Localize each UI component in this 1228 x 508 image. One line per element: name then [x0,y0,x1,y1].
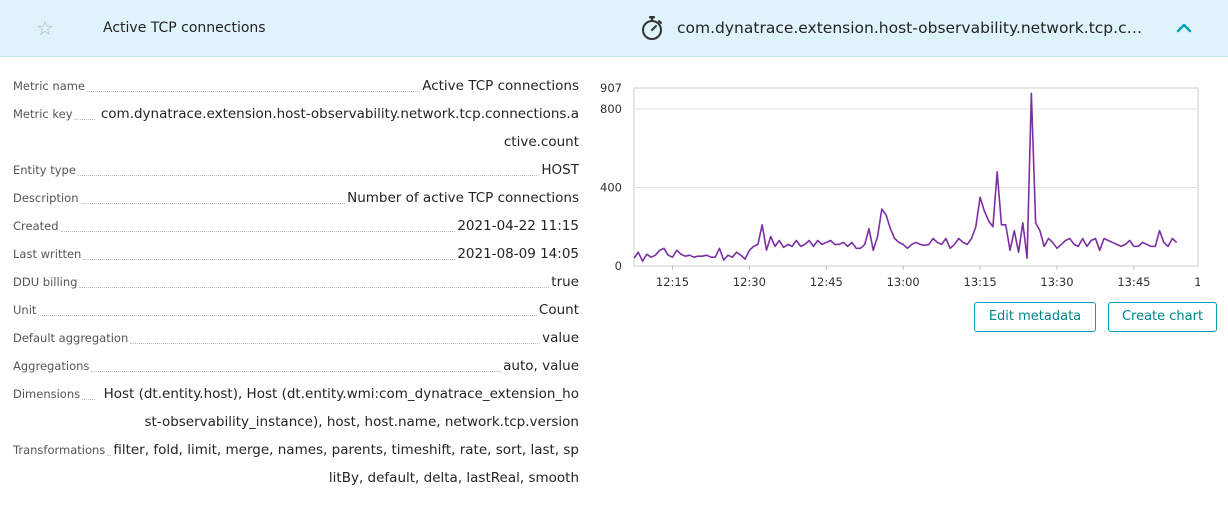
dotted-leader [60,212,456,232]
dotted-leader [130,324,541,344]
property-row: Metric key com.dynatrace.extension.host-o… [13,100,579,156]
property-label: Metric key [13,107,73,121]
property-value: filter, fold, limit, merge, names, paren… [113,442,579,486]
property-row: Metric name Active TCP connections [13,72,579,100]
property-row: Description Number of active TCP connecti… [13,184,579,212]
x-tick-label: 13:00 [887,275,920,289]
metric-chart: 907 800 400 0 12:15 12:30 12:45 13:00 13:15 13:30… [600,81,1200,289]
property-value: com.dynatrace.extension.host-observabili… [100,106,579,150]
metric-header[interactable]: ☆ Active TCP connections com.dynatrace.e… [0,0,1228,57]
dotted-leader [80,184,346,204]
x-tick-label: 12:45 [810,275,843,289]
y-tick-label: 400 [600,180,622,194]
property-label: Dimensions [13,387,81,401]
property-label: Aggregations [13,359,90,373]
property-row: Transformations filter, fold, limit, merg… [13,436,579,492]
x-tick-label: 14:00 [1194,275,1200,289]
property-row: Last written 2021-08-09 14:05 [13,240,579,268]
x-tick-label: 13:30 [1040,275,1073,289]
property-row: Dimensions Host (dt.entity.host), Host (d… [13,380,579,436]
property-row: Default aggregation value [13,324,579,352]
property-value: Host (dt.entity.host), Host (dt.entity.w… [103,386,579,430]
x-tick-label: 13:45 [1117,275,1150,289]
property-label: Last written [13,247,82,261]
create-chart-button[interactable]: Create chart [1108,302,1217,332]
dotted-leader [82,380,95,400]
star-icon[interactable]: ☆ [36,16,54,40]
dotted-leader [87,72,421,92]
property-label: Entity type [13,163,76,177]
x-tick-label: 12:30 [733,275,766,289]
property-label: Created [13,219,59,233]
dotted-leader [107,436,112,456]
property-row: Entity type HOST [13,156,579,184]
property-value: value [542,330,579,346]
property-row: Aggregations auto, value [13,352,579,380]
property-value: auto, value [503,358,579,374]
y-tick-label: 0 [615,259,622,273]
dotted-leader [91,352,502,372]
header-metric-key: com.dynatrace.extension.host-observabili… [677,19,1147,37]
property-row: Unit Count [13,296,579,324]
property-label: Unit [13,303,37,317]
dotted-leader [74,100,95,120]
metric-properties: Metric name Active TCP connections Metric … [13,72,579,492]
y-tick-label: 907 [600,81,622,95]
property-value: 2021-04-22 11:15 [457,218,579,234]
dotted-leader [77,156,540,176]
x-tick-label: 12:15 [656,275,689,289]
edit-metadata-button[interactable]: Edit metadata [974,302,1096,332]
dotted-leader [38,296,537,316]
property-label: Description [13,191,79,205]
plot-frame [633,87,1199,267]
property-value: Active TCP connections [422,78,579,94]
dotted-leader [83,240,456,260]
series-line [633,92,1178,262]
property-row: Created 2021-04-22 11:15 [13,212,579,240]
chevron-up-icon[interactable] [1174,18,1194,38]
property-label: Transformations [13,443,106,457]
x-tick-label: 13:15 [964,275,997,289]
property-value: Number of active TCP connections [347,190,579,206]
property-row: DDU billing true [13,268,579,296]
property-label: Metric name [13,79,86,93]
property-value: true [551,274,579,290]
header-title: Active TCP connections [103,20,266,36]
dotted-leader [79,268,550,288]
y-tick-label: 800 [600,102,622,116]
property-value: 2021-08-09 14:05 [457,246,579,262]
property-value: HOST [541,162,579,178]
property-label: Default aggregation [13,331,129,345]
stopwatch-icon [642,16,662,40]
property-value: Count [538,302,579,318]
property-label: DDU billing [13,275,78,289]
